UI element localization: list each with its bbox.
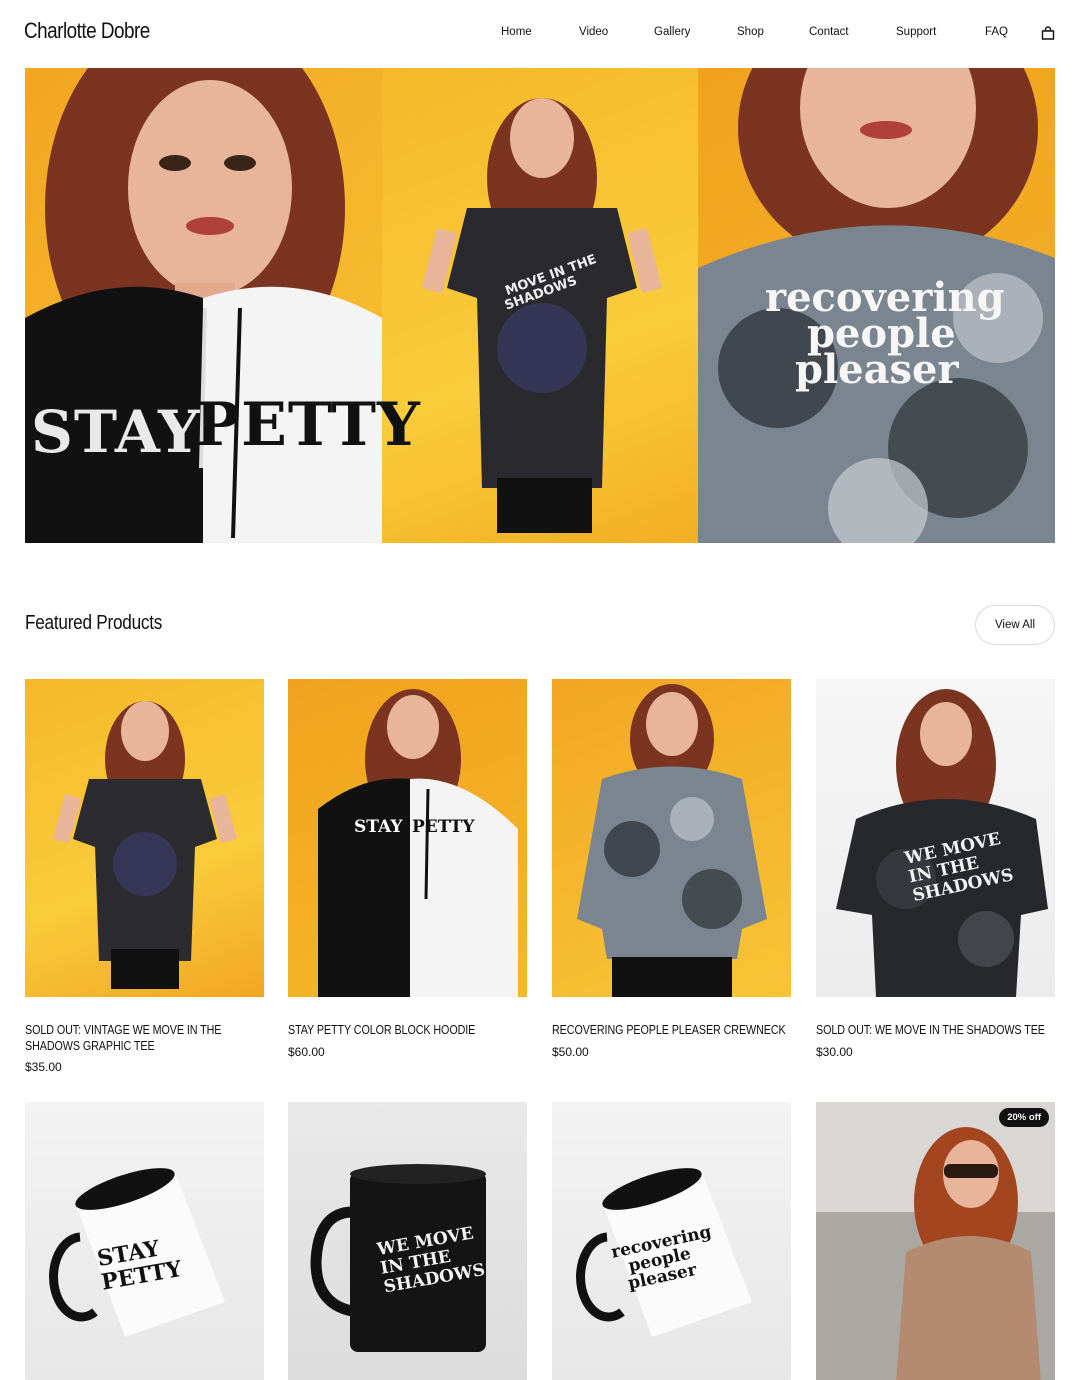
product-price: $35.00 <box>25 1060 62 1074</box>
nav-faq[interactable]: FAQ <box>985 26 1008 38</box>
view-all-button[interactable]: View All <box>975 605 1055 645</box>
product-card[interactable]: STAY PETTY STAY PETTY COLOR BLOCK HOODIE… <box>288 679 527 1059</box>
product-card[interactable]: WE MOVE IN THE SHADOWS <box>288 1102 527 1380</box>
nav-contact[interactable]: Contact <box>809 26 849 38</box>
nav-shop[interactable]: Shop <box>737 26 764 38</box>
product-image[interactable]: 20% off <box>816 1102 1055 1380</box>
hero-photo-shadows-tee <box>382 68 698 543</box>
product-card[interactable]: 20% off <box>816 1102 1055 1380</box>
product-shirt-text: STAY <box>354 817 403 837</box>
hero-shirt-text-petty: PETTY <box>195 390 421 460</box>
hero-banner: STAY PETTY MOVE IN THE SHADOWS recoverin… <box>25 68 1055 543</box>
product-name[interactable]: SOLD OUT: VINTAGE WE MOVE IN THE SHADOWS… <box>25 1023 266 1054</box>
nav-home[interactable]: Home <box>501 26 532 38</box>
product-image[interactable]: WE MOVE IN THE SHADOWS <box>816 679 1055 997</box>
discount-badge: 20% off <box>999 1108 1049 1127</box>
hero-shirt-text-stay: STAY <box>31 398 201 466</box>
product-image[interactable]: WE MOVE IN THE SHADOWS <box>288 1102 527 1380</box>
nav-gallery[interactable]: Gallery <box>654 26 690 38</box>
hero-shirt-text-recovering: recovering people pleaser <box>765 278 1005 393</box>
hero-photo-stay-petty <box>25 68 382 543</box>
product-card[interactable]: RECOVERING PEOPLE PLEASER CREWNECK $50.0… <box>552 679 791 1059</box>
product-image[interactable]: STAY PETTY <box>288 679 527 997</box>
product-name[interactable]: SOLD OUT: WE MOVE IN THE SHADOWS TEE <box>816 1023 1057 1039</box>
product-card[interactable]: recovering people pleaser <box>552 1102 791 1380</box>
hero-shirt-line-3: pleaser <box>795 346 959 393</box>
product-image[interactable]: STAY PETTY <box>25 1102 264 1380</box>
product-price: $30.00 <box>816 1044 853 1059</box>
product-shirt-text: PETTY <box>412 817 475 837</box>
product-price: $50.00 <box>552 1044 589 1059</box>
product-card[interactable]: WE MOVE IN THE SHADOWS SOLD OUT: WE MOVE I… <box>816 679 1055 1059</box>
product-image[interactable] <box>552 679 791 997</box>
product-name[interactable]: STAY PETTY COLOR BLOCK HOODIE <box>288 1023 529 1039</box>
product-image[interactable]: recovering people pleaser <box>552 1102 791 1380</box>
product-name[interactable]: RECOVERING PEOPLE PLEASER CREWNECK <box>552 1023 793 1039</box>
product-card[interactable]: SOLD OUT: VINTAGE WE MOVE IN THE SHADOWS… <box>25 679 264 1074</box>
main-nav: Home Video Gallery Shop Contact Support … <box>0 26 1080 42</box>
product-card[interactable]: STAY PETTY <box>25 1102 264 1380</box>
site-header: Charlotte Dobre Home Video Gallery Shop … <box>0 0 1080 66</box>
product-image[interactable] <box>25 679 264 997</box>
nav-support[interactable]: Support <box>896 26 936 38</box>
nav-video[interactable]: Video <box>579 26 608 38</box>
shopping-bag-icon[interactable] <box>1041 26 1055 40</box>
featured-products-title: Featured Products <box>25 612 163 634</box>
product-price: $60.00 <box>288 1044 325 1059</box>
